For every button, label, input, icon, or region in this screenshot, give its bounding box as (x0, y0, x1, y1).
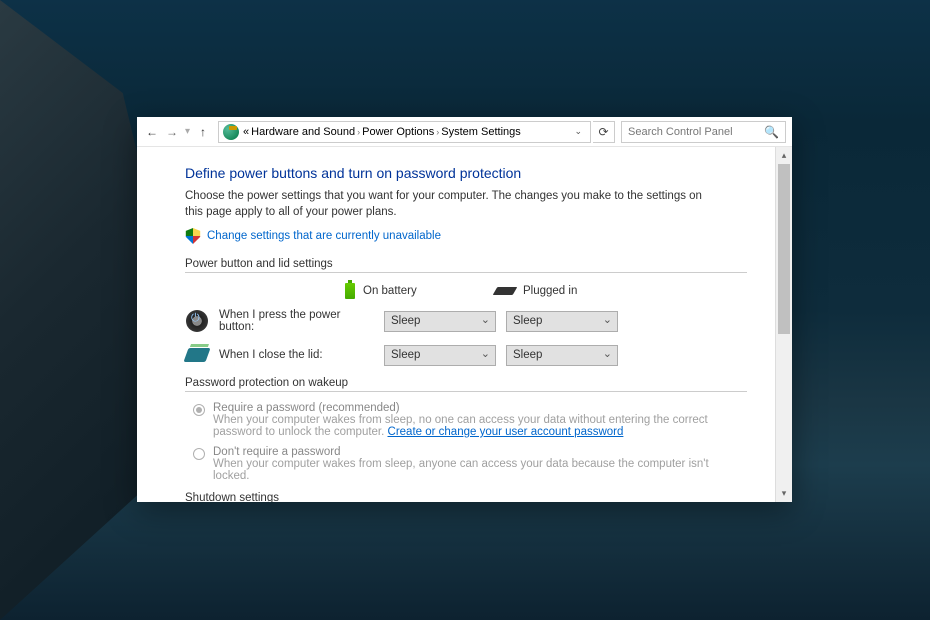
change-settings-link[interactable]: Change settings that are currently unava… (207, 230, 441, 242)
address-bar: ← → ▾ ↑ « Hardware and Sound › Power Opt… (137, 117, 792, 147)
breadcrumb-system-settings[interactable]: System Settings (441, 126, 520, 138)
lid-battery-dropdown[interactable]: Sleep (384, 345, 496, 366)
scroll-thumb[interactable] (778, 164, 790, 334)
search-placeholder: Search Control Panel (628, 126, 733, 138)
lid-icon (183, 348, 210, 362)
control-panel-window: ← → ▾ ↑ « Hardware and Sound › Power Opt… (137, 117, 792, 502)
chevron-right-icon: › (436, 127, 439, 137)
section-header-shutdown: Shutdown settings (185, 492, 285, 502)
chevron-right-icon: › (357, 127, 360, 137)
radio-dont-require-password (193, 448, 205, 460)
require-password-title: Require a password (recommended) (213, 402, 747, 414)
power-button-lid-section: Power button and lid settings On battery… (185, 258, 747, 367)
back-button[interactable]: ← (143, 123, 161, 141)
shield-icon (185, 228, 201, 244)
breadcrumb-dropdown-icon[interactable]: ⌄ (574, 126, 586, 137)
lid-plugged-dropdown[interactable]: Sleep (506, 345, 618, 366)
shutdown-settings-section: Shutdown settings Turn on fast startup (… (185, 492, 747, 502)
breadcrumb-prefix: « (243, 126, 249, 138)
control-panel-icon (223, 124, 239, 140)
password-protection-section: Password protection on wakeup Require a … (185, 377, 747, 482)
refresh-button[interactable]: ⟳ (593, 121, 615, 143)
forward-button: → (163, 123, 181, 141)
dont-require-password-desc: When your computer wakes from sleep, any… (213, 458, 709, 482)
power-button-battery-dropdown[interactable]: Sleep (384, 311, 496, 332)
plug-icon (493, 287, 518, 295)
radio-require-password (193, 404, 205, 416)
up-button[interactable]: ↑ (194, 123, 212, 141)
dont-require-password-title: Don't require a password (213, 446, 747, 458)
page-title: Define power buttons and turn on passwor… (185, 165, 747, 181)
power-button-plugged-dropdown[interactable]: Sleep (506, 311, 618, 332)
lid-close-label: When I close the lid: (219, 349, 374, 361)
search-icon: 🔍 (764, 125, 779, 139)
power-button-label: When I press the power button: (219, 309, 374, 333)
search-input[interactable]: Search Control Panel 🔍 (621, 121, 786, 143)
breadcrumb-hardware[interactable]: Hardware and Sound (251, 126, 355, 138)
battery-icon (345, 283, 355, 299)
scroll-up-arrow[interactable]: ▴ (776, 147, 792, 164)
breadcrumb[interactable]: « Hardware and Sound › Power Options › S… (218, 121, 591, 143)
section-header-password: Password protection on wakeup (185, 377, 354, 389)
require-password-option: Require a password (recommended) When yo… (193, 402, 747, 438)
scroll-down-arrow[interactable]: ▾ (776, 485, 792, 502)
content-area: Define power buttons and turn on passwor… (137, 147, 775, 502)
section-header-power: Power button and lid settings (185, 258, 339, 270)
dont-require-password-option: Don't require a password When your compu… (193, 446, 747, 482)
plugged-in-column: Plugged in (495, 285, 615, 297)
page-description: Choose the power settings that you want … (185, 189, 705, 220)
vertical-scrollbar[interactable]: ▴ ▾ (775, 147, 792, 502)
create-password-link[interactable]: Create or change your user account passw… (388, 426, 624, 438)
power-button-icon (186, 310, 208, 332)
on-battery-column: On battery (345, 283, 465, 299)
breadcrumb-power-options[interactable]: Power Options (362, 126, 434, 138)
